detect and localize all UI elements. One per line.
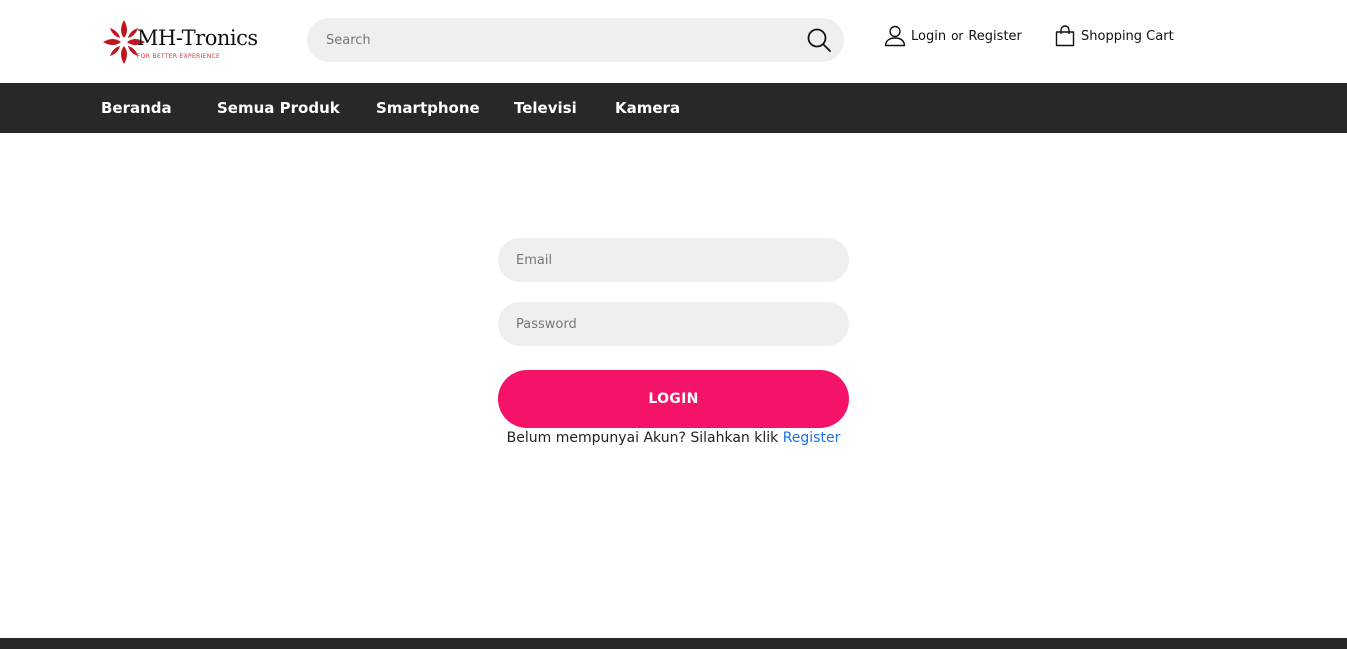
shopping-bag-icon [1055, 25, 1075, 47]
logo-tagline: FOR BETTER EXPERIENCE [137, 53, 221, 60]
nav-item-semua-produk[interactable]: Semua Produk [217, 83, 340, 133]
email-field[interactable] [498, 238, 849, 282]
search-bar [307, 18, 844, 62]
search-input[interactable] [307, 18, 787, 62]
register-prompt: Belum mempunyai Akun? Silahkan klik Regi… [498, 430, 849, 446]
nav-item-smartphone[interactable]: Smartphone [376, 83, 480, 133]
site-header: MH-Tronics FOR BETTER EXPERIENCE Login o… [0, 0, 1347, 83]
register-link-inline[interactable]: Register [783, 430, 841, 446]
login-button[interactable]: LOGIN [498, 370, 849, 428]
password-field[interactable] [498, 302, 849, 346]
search-icon[interactable] [806, 27, 832, 53]
login-register-separator: or [951, 29, 964, 43]
site-footer [0, 638, 1347, 649]
user-icon [884, 25, 906, 47]
login-link[interactable]: Login [911, 29, 946, 44]
shopping-cart-label: Shopping Cart [1081, 28, 1174, 44]
register-prompt-text: Belum mempunyai Akun? Silahkan klik [506, 430, 779, 446]
logo[interactable]: MH-Tronics FOR BETTER EXPERIENCE [101, 16, 267, 68]
register-link[interactable]: Register [968, 29, 1022, 44]
nav-item-kamera[interactable]: Kamera [615, 83, 680, 133]
logo-wordmark: MH-Tronics [137, 26, 258, 50]
account-links: Login or Register [884, 24, 1022, 48]
main-nav: Beranda Semua Produk Smartphone Televisi… [0, 83, 1347, 133]
shopping-cart-link[interactable]: Shopping Cart [1055, 24, 1174, 48]
nav-item-televisi[interactable]: Televisi [514, 83, 577, 133]
nav-item-beranda[interactable]: Beranda [101, 83, 172, 133]
